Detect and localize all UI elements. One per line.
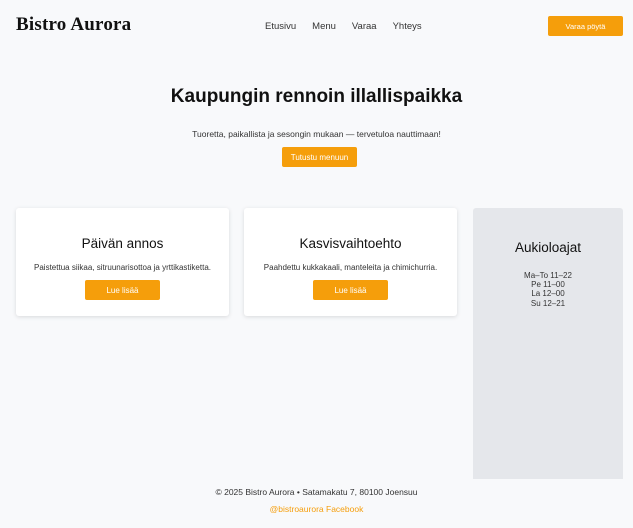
nav-item-menu[interactable]: Menu [312,21,336,32]
dish-of-the-day-card: Päivän annos Paistettua siikaa, sitruuna… [16,208,229,316]
explore-menu-button[interactable]: Tutustu menuun [282,147,357,167]
read-more-button[interactable]: Lue lisää [313,280,388,300]
facebook-link[interactable]: Facebook [326,504,363,514]
card-title: Kasvisvaihtoehto [299,236,402,251]
main-nav: Etusivu Menu Varaa Yhteys [265,21,438,32]
hours-row: Ma–To 11–22 [524,271,572,280]
site-header: Bistro Aurora Etusivu Menu Varaa Yhteys … [0,0,633,52]
card-title: Päivän annos [81,236,164,251]
opening-hours-title: Aukioloajat [514,240,582,255]
nav-item-varaa[interactable]: Varaa [352,21,377,32]
card-description: Paistettua siikaa, sitruunarisottoa ja y… [34,263,211,272]
vegetarian-option-card: Kasvisvaihtoehto Paahdettu kukkakaali, m… [244,208,457,316]
nav-item-etusivu[interactable]: Etusivu [265,21,296,32]
instagram-link[interactable]: @bistroaurora [270,504,324,514]
site-logo[interactable]: Bistro Aurora [16,14,131,36]
card-description: Paahdettu kukkakaali, manteleita ja chim… [263,263,438,272]
nav-item-yhteys[interactable]: Yhteys [393,21,422,32]
hero-title: Kaupungin rennoin illallispaikka [170,86,463,107]
hours-row: La 12–00 [531,289,565,299]
reserve-table-button[interactable]: Varaa pöytä [548,16,623,36]
hours-row: Su 12–21 [530,298,566,308]
footer-copyright: © 2025 Bistro Aurora • Satamakatu 7, 801… [215,487,418,497]
footer-social-links: @bistroaurora Facebook [0,504,633,514]
hours-row: Pe 11–00 [531,280,565,290]
opening-hours-panel: Aukioloajat Ma–To 11–22 Pe 11–00 La 12–0… [473,208,623,479]
read-more-button[interactable]: Lue lisää [85,280,160,300]
hero-subtitle: Tuoretta, paikallista ja sesongin mukaan… [192,129,441,139]
opening-hours-list: Ma–To 11–22 Pe 11–00 La 12–00 Su 12–21 [473,271,623,308]
